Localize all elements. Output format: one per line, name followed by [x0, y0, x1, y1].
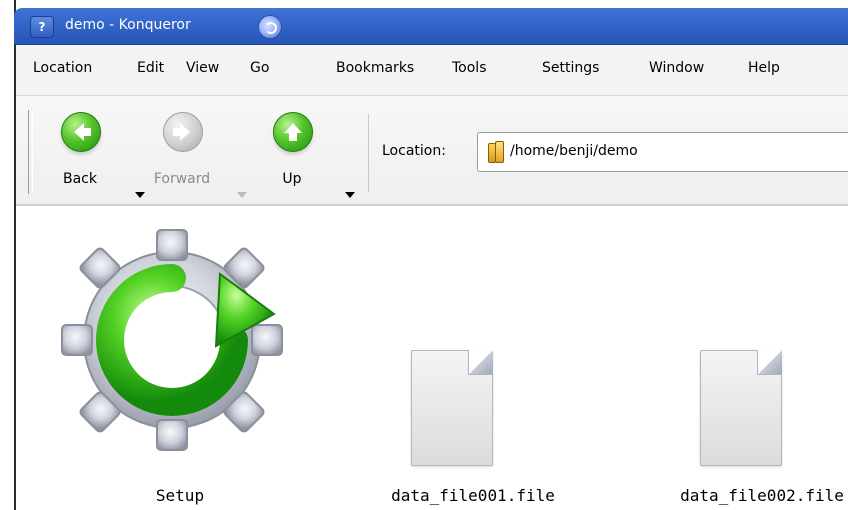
file-item-data001[interactable]: data_file001.file — [363, 350, 583, 510]
up-button[interactable]: Up — [257, 110, 327, 190]
location-value[interactable]: /home/benji/demo — [510, 143, 638, 159]
menu-tools[interactable]: Tools — [452, 60, 487, 76]
forward-arrow-icon — [163, 112, 203, 152]
location-label: Location: — [382, 143, 446, 159]
menu-settings[interactable]: Settings — [542, 60, 599, 76]
file-label: data_file002.file — [680, 486, 844, 505]
main-toolbar: Back Forward Up Location: /home/benji/de… — [16, 96, 848, 206]
back-history-dropdown-icon[interactable] — [135, 192, 145, 198]
forward-history-dropdown-icon[interactable] — [237, 192, 247, 198]
toolbar-separator — [368, 114, 369, 192]
menu-window[interactable]: Window — [649, 60, 704, 76]
menu-view[interactable]: View — [186, 60, 219, 76]
title-bar[interactable]: ? demo - Konqueror — [14, 8, 848, 45]
file-label: Setup — [155, 486, 205, 505]
setup-gear-icon — [60, 228, 300, 468]
up-dropdown-icon[interactable] — [345, 192, 355, 198]
file-view[interactable]: Setup data_file001.file data_file002.fil… — [16, 206, 848, 510]
window-menu-button[interactable]: ? — [30, 16, 54, 38]
menu-help[interactable]: Help — [748, 60, 780, 76]
document-icon — [700, 350, 782, 466]
back-button[interactable]: Back — [45, 110, 115, 190]
up-arrow-icon — [273, 112, 313, 152]
folder-icon — [486, 141, 506, 163]
menu-go[interactable]: Go — [250, 60, 269, 76]
file-item-data002[interactable]: data_file002.file — [652, 350, 848, 510]
menu-bookmarks[interactable]: Bookmarks — [336, 60, 414, 76]
back-arrow-icon — [61, 112, 101, 152]
up-label: Up — [282, 171, 302, 187]
file-item-setup[interactable]: Setup — [60, 228, 300, 510]
location-input[interactable]: /home/benji/demo — [477, 132, 848, 172]
toolbar-grip[interactable] — [28, 110, 33, 194]
forward-button[interactable]: Forward — [147, 110, 217, 190]
back-label: Back — [63, 171, 97, 187]
konqueror-icon — [258, 15, 282, 39]
menu-bar: Location Edit View Go Bookmarks Tools Se… — [16, 45, 848, 96]
menu-location[interactable]: Location — [33, 60, 92, 76]
menu-edit[interactable]: Edit — [137, 60, 164, 76]
forward-label: Forward — [153, 171, 211, 187]
window-title: demo - Konqueror — [65, 17, 191, 33]
file-label: data_file001.file — [391, 486, 555, 505]
document-icon — [411, 350, 493, 466]
